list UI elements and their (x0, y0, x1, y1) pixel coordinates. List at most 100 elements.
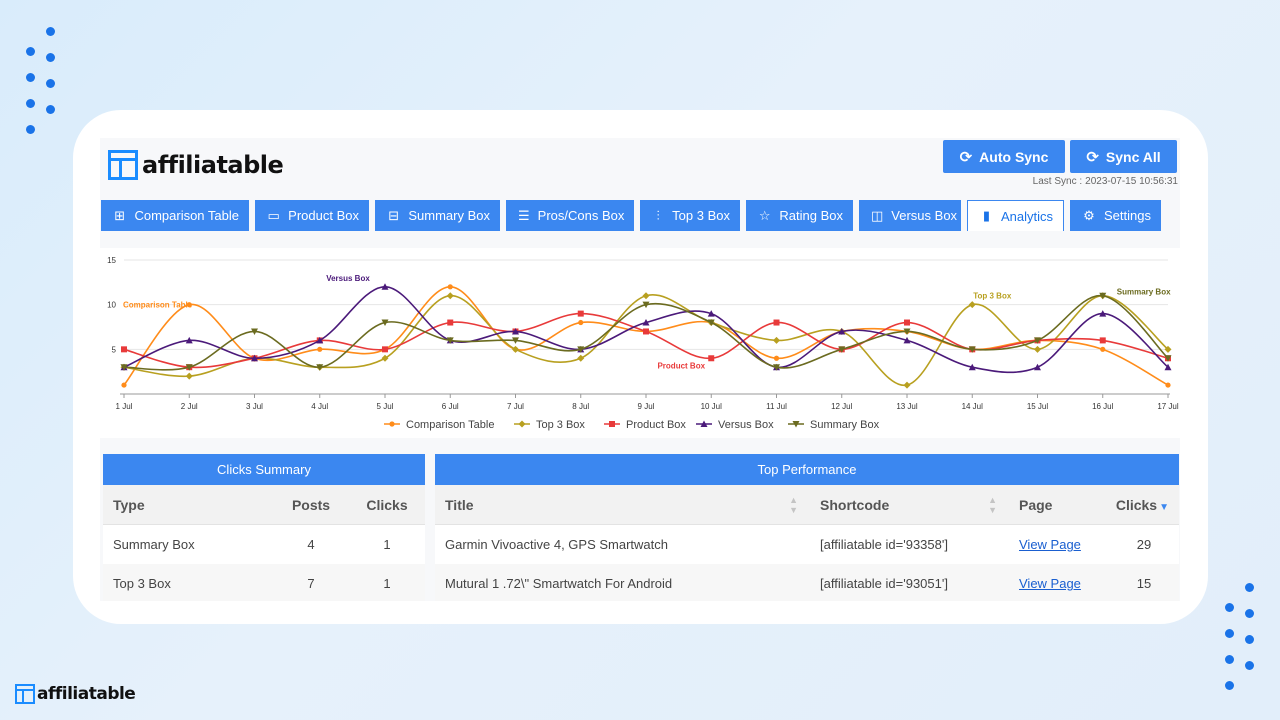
posts-cell: 7 (307, 576, 315, 591)
auto-sync-button[interactable]: ⟳ Auto Sync (943, 140, 1065, 173)
legend-label: Summary Box (810, 419, 880, 431)
view-page-link[interactable]: View Page (1009, 537, 1109, 552)
data-point (382, 346, 388, 353)
line-chart: 5 10 15 1 Jul 2 Jul 3 Jul 4 Jul 5 Jul 6 Jul 7 Jul… (100, 248, 1180, 438)
decorative-dots-top-left (26, 27, 56, 137)
y-tick-label: 5 (112, 345, 117, 354)
data-point (447, 284, 453, 290)
column-header-posts[interactable]: Posts (273, 497, 349, 513)
series-annotation: Comparison Table (123, 301, 193, 310)
data-point (1165, 382, 1171, 388)
x-tick-label: 1 Jul (116, 402, 133, 411)
tab-label: Pros/Cons Box (537, 208, 625, 223)
clicks-cell: 29 (1136, 537, 1152, 552)
column-header-clicks[interactable]: Clicks (349, 497, 425, 513)
tab-top-3-box[interactable]: ⫶ Top 3 Box (640, 200, 740, 231)
tab-comparison-table[interactable]: ⊞ Comparison Table (101, 200, 249, 231)
legend-label: Versus Box (718, 419, 774, 431)
data-point (578, 319, 584, 326)
refresh-icon: ⟳ (959, 148, 973, 166)
star-icon: ☆ (758, 207, 771, 223)
table-header-row: Title ▲ ▼ Shortcode ▲ ▼ Page Clicks ▼ (435, 485, 1179, 525)
shortcode-cell: [affiliatable id='93358'] (820, 537, 948, 552)
data-point (1100, 346, 1106, 352)
title-cell: Mutural 1 .72\" Smartwatch For Android (445, 576, 673, 591)
logo-icon (108, 150, 138, 180)
column-header-title[interactable]: Title ▲ ▼ (435, 495, 810, 515)
tab-settings[interactable]: ⚙ Settings (1070, 200, 1161, 231)
tab-analytics[interactable]: ▮ Analytics (967, 200, 1064, 231)
brand-logo: affiliatable (108, 150, 284, 180)
data-point (773, 319, 780, 326)
series-annotation: Top 3 Box (973, 292, 1012, 301)
column-header-page[interactable]: Page (1009, 497, 1109, 513)
top-performance-table: Top Performance Title ▲ ▼ Shortcode ▲ ▼ Page… (435, 454, 1179, 601)
tab-versus-box[interactable]: ◫ Versus Box (859, 200, 961, 231)
x-tick-label: 2 Jul (181, 402, 198, 411)
x-tick-label: 8 Jul (572, 402, 589, 411)
y-tick-label: 15 (107, 256, 116, 265)
clicks-cell: 1 (383, 537, 391, 552)
data-point (447, 319, 454, 326)
analytics-app: affiliatable ⟳ Auto Sync ⟳ Sync All Last… (100, 138, 1180, 601)
view-page-link[interactable]: View Page (1009, 576, 1109, 591)
data-point (1099, 337, 1106, 344)
series-annotation: Product Box (657, 361, 705, 370)
card-icon: ▭ (267, 207, 280, 223)
legend-label: Product Box (626, 419, 686, 431)
legend-marker (389, 421, 395, 427)
top-performance-title: Top Performance (435, 454, 1179, 485)
clicks-summary-table: Clicks Summary Type Posts Clicks Summary… (103, 454, 425, 601)
column-header-clicks[interactable]: Clicks ▼ (1109, 497, 1179, 513)
table-row: Top 3 Box 7 1 (103, 564, 425, 601)
tab-summary-box[interactable]: ⊟ Summary Box (375, 200, 500, 231)
sliders-icon: ⫶ (656, 207, 660, 223)
sync-all-button[interactable]: ⟳ Sync All (1070, 140, 1177, 173)
x-tick-label: 17 Jul (1157, 402, 1179, 411)
refresh-icon: ⟳ (1086, 148, 1099, 166)
tab-label: Settings (1104, 208, 1151, 223)
last-sync-label: Last Sync : (1032, 176, 1083, 187)
column-header-shortcode[interactable]: Shortcode ▲ ▼ (810, 495, 1009, 515)
table-row: Garmin Vivoactive 4, GPS Smartwatch [aff… (435, 525, 1179, 564)
data-point (577, 310, 584, 317)
column-header-title-label: Title (445, 496, 474, 513)
gear-icon: ⚙ (1083, 207, 1095, 223)
tab-product-box[interactable]: ▭ Product Box (255, 200, 369, 231)
last-sync-info: Last Sync :2023-07-15 10:56:31 (1030, 176, 1178, 187)
data-point (904, 319, 910, 326)
last-sync-value: 2023-07-15 10:56:31 (1085, 176, 1178, 187)
bar-chart-icon: ▮ (982, 208, 991, 223)
legend-label: Top 3 Box (536, 419, 585, 431)
tab-pros-cons-box[interactable]: ☰ Pros/Cons Box (506, 200, 634, 231)
legend-marker (609, 421, 615, 427)
column-header-type[interactable]: Type (103, 497, 273, 513)
tab-rating-box[interactable]: ☆ Rating Box (746, 200, 853, 231)
x-tick-label: 3 Jul (246, 402, 263, 411)
x-tick-label: 5 Jul (377, 402, 394, 411)
table-header-row: Type Posts Clicks (103, 485, 425, 525)
x-tick-label: 4 Jul (311, 402, 328, 411)
table-row: Mutural 1 .72\" Smartwatch For Android [… (435, 564, 1179, 601)
tab-label: Rating Box (779, 208, 843, 223)
clicks-cell: 1 (383, 576, 391, 591)
tab-label: Summary Box (408, 208, 490, 223)
tab-label: Comparison Table (134, 208, 239, 223)
x-tick-label: 9 Jul (638, 402, 655, 411)
sort-icon: ▲ ▼ (988, 494, 997, 515)
data-point (317, 346, 323, 352)
tab-label: Top 3 Box (672, 208, 730, 223)
footer-brand-name: affiliatable (37, 684, 136, 704)
data-point (773, 355, 780, 361)
series-annotation: Summary Box (1117, 288, 1171, 297)
data-point (121, 346, 127, 353)
x-tick-label: 6 Jul (442, 402, 459, 411)
type-cell: Top 3 Box (113, 576, 171, 591)
series-annotation: Versus Box (326, 274, 370, 283)
column-header-clicks-label: Clicks (1115, 496, 1158, 513)
data-point (643, 328, 649, 335)
sort-icon: ▲ ▼ (789, 494, 798, 515)
sort-down-icon: ▼ (1159, 501, 1169, 513)
x-tick-label: 10 Jul (701, 402, 723, 411)
tab-label: Product Box (288, 208, 359, 223)
